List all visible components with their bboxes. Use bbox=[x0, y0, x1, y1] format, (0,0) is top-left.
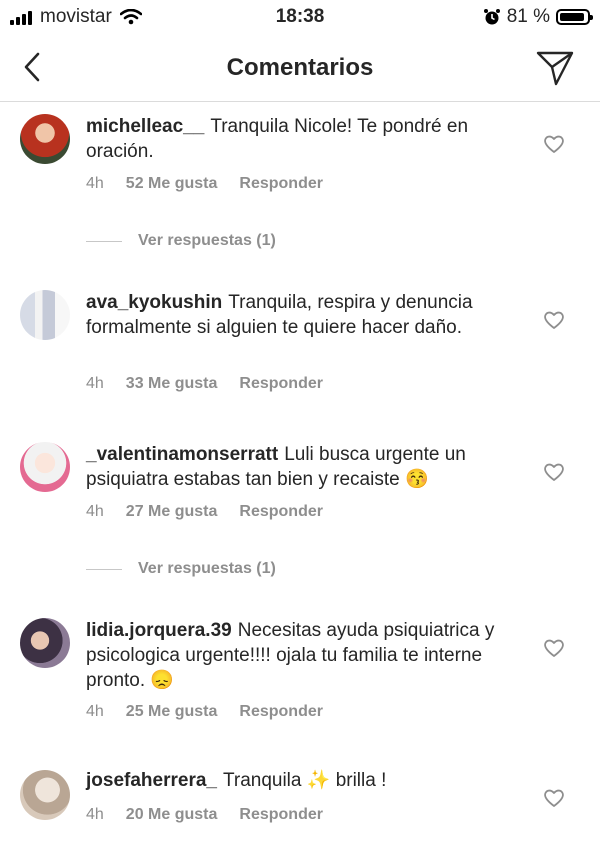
status-right: 81 % bbox=[483, 6, 593, 28]
comment-meta: 4h 52 Me gusta Responder bbox=[86, 175, 323, 193]
battery-percent: 81 % bbox=[506, 6, 550, 27]
reply-button[interactable]: Responder bbox=[239, 175, 323, 193]
reply-button[interactable]: Responder bbox=[239, 703, 323, 721]
battery-icon bbox=[556, 9, 593, 25]
comment-likes[interactable]: 25 Me gusta bbox=[126, 703, 218, 721]
reply-button[interactable]: Responder bbox=[239, 503, 323, 521]
like-heart-icon[interactable] bbox=[543, 310, 565, 330]
comment-time: 4h bbox=[86, 806, 104, 823]
nav-bar: Comentarios bbox=[0, 34, 600, 102]
comment-item: michelleac__ Tranquila Nicole! Te pondré … bbox=[0, 110, 600, 260]
view-replies-label: Ver respuestas (1) bbox=[138, 560, 276, 577]
comment-username[interactable]: michelleac__ bbox=[86, 116, 204, 137]
comment-meta: 4h 25 Me gusta Responder bbox=[86, 703, 323, 721]
like-heart-icon[interactable] bbox=[543, 788, 565, 808]
like-heart-icon[interactable] bbox=[543, 638, 565, 658]
comment-text: Tranquila ✨ brilla ! bbox=[222, 770, 387, 791]
divider-line bbox=[86, 240, 122, 242]
like-heart-icon[interactable] bbox=[543, 134, 565, 154]
comment-meta: 4h 20 Me gusta Responder bbox=[86, 806, 323, 824]
comment-likes[interactable]: 20 Me gusta bbox=[126, 806, 218, 824]
like-heart-icon[interactable] bbox=[543, 462, 565, 482]
comment-time: 4h bbox=[86, 503, 104, 520]
comment-likes[interactable]: 52 Me gusta bbox=[126, 175, 218, 193]
comment-time: 4h bbox=[86, 375, 104, 392]
comment-meta: 4h 33 Me gusta Responder bbox=[86, 375, 323, 393]
comment-item: josefaherrera_ Tranquila ✨ brilla ! 4h 20… bbox=[0, 766, 600, 841]
avatar[interactable] bbox=[20, 114, 70, 164]
comment-likes[interactable]: 33 Me gusta bbox=[126, 375, 218, 393]
status-bar: movistar 18:38 81 % bbox=[0, 0, 600, 34]
comment-item: ava_kyokushin Tranquila, respira y denunc… bbox=[0, 286, 600, 406]
direct-message-icon[interactable] bbox=[536, 50, 574, 86]
page-title: Comentarios bbox=[226, 54, 374, 81]
comment-username[interactable]: _valentinamonserratt bbox=[86, 444, 278, 465]
comment-time: 4h bbox=[86, 175, 104, 192]
comment-username[interactable]: ava_kyokushin bbox=[86, 292, 222, 313]
view-replies-button[interactable]: Ver respuestas (1) bbox=[86, 560, 276, 578]
comment-username[interactable]: lidia.jorquera.39 bbox=[86, 620, 232, 641]
avatar[interactable] bbox=[20, 618, 70, 668]
comment-username[interactable]: josefaherrera_ bbox=[86, 770, 217, 791]
alarm-icon bbox=[483, 9, 500, 25]
avatar[interactable] bbox=[20, 290, 70, 340]
divider-line bbox=[86, 568, 122, 570]
view-replies-button[interactable]: Ver respuestas (1) bbox=[86, 232, 276, 250]
reply-button[interactable]: Responder bbox=[239, 375, 323, 393]
comment-time: 4h bbox=[86, 703, 104, 720]
comment-likes[interactable]: 27 Me gusta bbox=[126, 503, 218, 521]
reply-button[interactable]: Responder bbox=[239, 806, 323, 824]
view-replies-label: Ver respuestas (1) bbox=[138, 232, 276, 249]
comment-item: _valentinamonserratt Luli busca urgente u… bbox=[0, 438, 600, 588]
avatar[interactable] bbox=[20, 442, 70, 492]
avatar[interactable] bbox=[20, 770, 70, 820]
comment-item: lidia.jorquera.39 Necesitas ayuda psiquia… bbox=[0, 614, 600, 734]
comment-meta: 4h 27 Me gusta Responder bbox=[86, 503, 323, 521]
